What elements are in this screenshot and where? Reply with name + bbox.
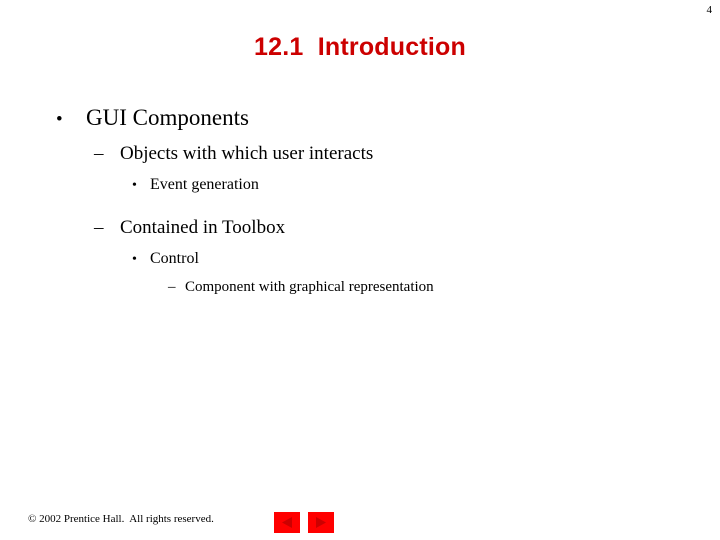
bullet-text: GUI Components (86, 105, 249, 130)
slide-footer: © 2002 Prentice Hall. All rights reserve… (0, 500, 720, 540)
bullet-text: Event generation (150, 176, 259, 193)
bullet-item: • Event generation (0, 172, 720, 198)
bullet-text: Control (150, 250, 199, 267)
bullet-text: Contained in Toolbox (120, 217, 286, 238)
bullet-item: • Control (0, 246, 720, 272)
arrow-left-icon (280, 516, 294, 529)
bullet-list: • GUI Components – Objects with which user … (0, 102, 720, 302)
copyright-notice: © 2002 Prentice Hall. All rights reserve… (28, 513, 214, 525)
previous-slide-button[interactable] (274, 512, 300, 533)
bullet-marker-icon: • (132, 178, 137, 193)
slide-canvas: 4 12.1 Introduction • GUI Components – Obje… (0, 0, 720, 540)
bullet-item: – Contained in Toolbox (0, 214, 720, 242)
bullet-marker-icon: • (132, 252, 137, 267)
navigation-buttons (274, 512, 334, 533)
arrow-right-icon (314, 516, 328, 529)
bullet-item: – Component with graphical representation (0, 276, 720, 299)
bullet-text: Component with graphical representation (185, 279, 434, 295)
bullet-marker-icon: • (56, 109, 63, 130)
bullet-text: Objects with which user interacts (120, 143, 374, 164)
slide-title: 12.1 Introduction (254, 33, 466, 61)
next-slide-button[interactable] (308, 512, 334, 533)
bullet-item: – Objects with which user interacts (0, 140, 720, 168)
page-number: 4 (706, 4, 713, 16)
bullet-marker-icon: – (94, 143, 104, 164)
bullet-item: • GUI Components (0, 102, 720, 135)
bullet-marker-icon: – (94, 217, 104, 238)
bullet-marker-icon: – (168, 279, 176, 295)
